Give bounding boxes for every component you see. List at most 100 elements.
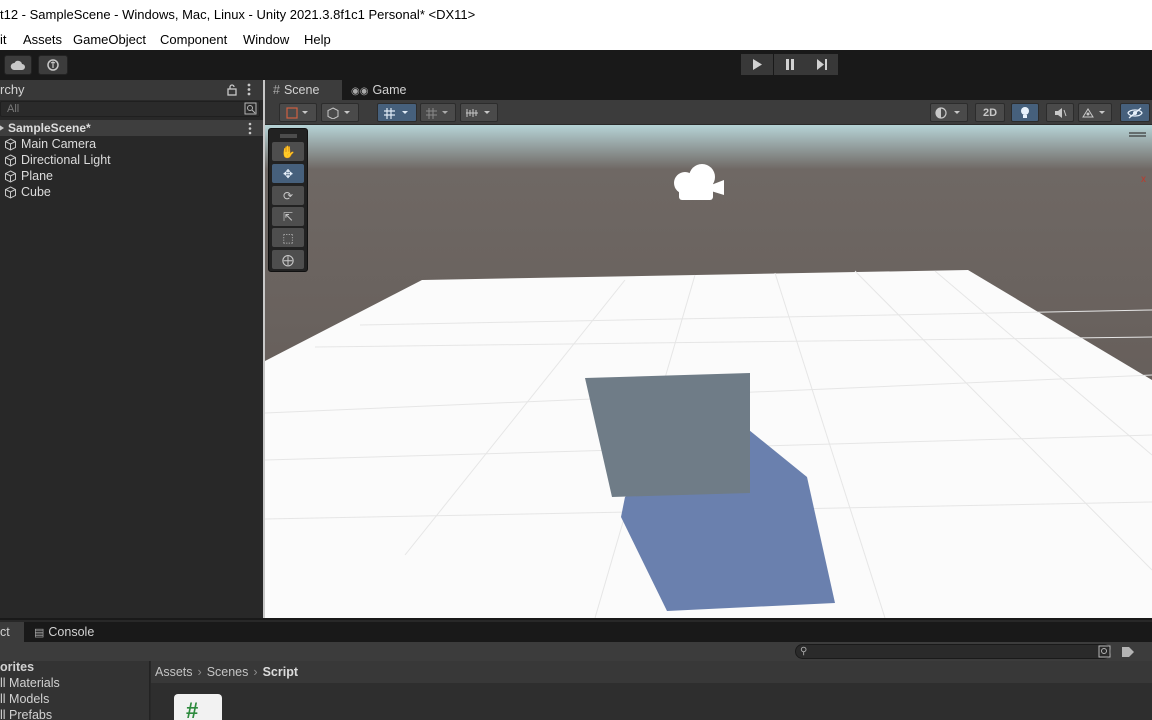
step-icon: [816, 59, 827, 70]
favorite-all-prefabs[interactable]: ll Prefabs: [0, 707, 52, 720]
tab-console-label: Console: [48, 625, 95, 639]
hierarchy-item-label: Directional Light: [21, 153, 111, 167]
pivot-snap-toggle[interactable]: [377, 103, 417, 122]
hierarchy-search-input[interactable]: All: [0, 101, 260, 117]
axis-label: x: [1141, 174, 1146, 185]
hierarchy-tab[interactable]: rchy: [0, 80, 263, 100]
hidden-eye-icon: [1127, 107, 1143, 118]
breadcrumb: Assets › Scenes › Script: [151, 661, 1152, 683]
move-tool-button[interactable]: ✥: [272, 164, 304, 183]
hierarchy-item-cube[interactable]: Cube: [0, 184, 263, 200]
favorite-all-models[interactable]: ll Models: [0, 691, 49, 707]
increment-snap-dropdown[interactable]: [460, 103, 498, 122]
tab-game-label: Game: [372, 83, 407, 97]
search-icon: ⚲: [800, 646, 808, 657]
transform-icon: ⨁: [282, 252, 294, 267]
scene-visibility-toggle[interactable]: [1120, 103, 1150, 122]
menu-bar: it Assets GameObject Component Window He…: [0, 29, 1152, 50]
play-icon: [753, 59, 762, 70]
tab-project[interactable]: ct: [0, 622, 24, 642]
favorite-all-materials[interactable]: ll Materials: [0, 675, 60, 691]
chevron-right-icon: ›: [197, 665, 202, 679]
grid-visibility-dropdown[interactable]: [420, 103, 456, 122]
pause-icon: [786, 59, 794, 70]
scene-root-row[interactable]: SampleScene*: [0, 120, 263, 136]
rect-tool-button[interactable]: ⬚: [272, 228, 304, 247]
menu-assets[interactable]: Assets: [23, 31, 62, 48]
tab-game[interactable]: ◉◉ Game: [343, 80, 413, 100]
kebab-menu-icon[interactable]: [247, 83, 251, 96]
grid-icon: [426, 107, 448, 119]
transform-tool-button[interactable]: ⨁: [272, 250, 304, 269]
rect-icon: ⬚: [282, 230, 294, 245]
cloud-button[interactable]: [4, 55, 32, 75]
move-icon: ✥: [282, 166, 294, 181]
shaded-mode-icon: [286, 106, 308, 119]
menu-window[interactable]: Window: [243, 31, 289, 48]
scene-tab-bar: # Scene ◉◉ Game: [265, 80, 1152, 100]
chevron-right-icon: ›: [253, 665, 258, 679]
rotate-icon: ⟳: [282, 188, 294, 203]
scale-icon: ⇱: [282, 209, 294, 224]
ruler-icon: [466, 108, 490, 117]
hierarchy-item-label: Plane: [21, 169, 53, 183]
hierarchy-item-main-camera[interactable]: Main Camera: [0, 136, 263, 152]
step-button[interactable]: [806, 54, 838, 75]
menu-component[interactable]: Component: [160, 31, 227, 48]
cube-mode-icon: [327, 106, 350, 119]
hand-icon: ✋: [280, 144, 296, 159]
audio-toggle[interactable]: [1046, 103, 1074, 122]
drag-handle-icon[interactable]: [280, 134, 297, 138]
csharp-script-asset[interactable]: #: [174, 694, 222, 720]
hand-tool-button[interactable]: ✋: [272, 142, 304, 161]
project-search-input[interactable]: ⚲: [795, 644, 1111, 659]
breadcrumb-scenes[interactable]: Scenes: [207, 665, 249, 679]
search-by-type-icon[interactable]: [244, 102, 257, 115]
draw-mode-dropdown[interactable]: [279, 103, 317, 122]
rotate-tool-button[interactable]: ⟳: [272, 186, 304, 205]
grid-hash-icon: #: [273, 83, 280, 97]
play-button[interactable]: [741, 54, 773, 75]
cloud-icon: [10, 60, 25, 70]
tab-scene[interactable]: # Scene: [265, 80, 342, 100]
project-search-row: ⚲: [0, 642, 1152, 661]
effects-dropdown[interactable]: [1078, 103, 1112, 122]
lighting-toggle[interactable]: [1011, 103, 1039, 122]
menu-gameobject[interactable]: GameObject: [73, 31, 146, 48]
label-filter-icon[interactable]: [1121, 645, 1135, 658]
scene-view-panel: # Scene ◉◉ Game 2D x ✋ ✥ ⟳ ⇱ ⬚ ⨁: [265, 80, 1152, 618]
scene-name: SampleScene*: [8, 121, 91, 135]
effects-icon: [1082, 107, 1105, 117]
hierarchy-tab-label: rchy: [0, 82, 25, 97]
speaker-icon: [1054, 107, 1066, 118]
render-mode-dropdown[interactable]: [321, 103, 359, 122]
hierarchy-item-directional-light[interactable]: Directional Light: [0, 152, 263, 168]
breadcrumb-script[interactable]: Script: [263, 665, 298, 679]
unity-editor-window: t12 - SampleScene - Windows, Mac, Linux …: [0, 0, 1152, 720]
tab-console[interactable]: ▤ Console: [26, 622, 106, 642]
shading-dropdown[interactable]: [930, 103, 968, 122]
pause-button[interactable]: [774, 54, 806, 75]
scale-tool-button[interactable]: ⇱: [272, 207, 304, 226]
breadcrumb-assets[interactable]: Assets: [155, 665, 193, 679]
collab-button[interactable]: [38, 55, 68, 75]
tab-scene-label: Scene: [283, 83, 320, 97]
lightbulb-icon: [1021, 107, 1029, 118]
asset-browser: Assets › Scenes › Script #: [151, 661, 1152, 720]
title-bar: t12 - SampleScene - Windows, Mac, Linux …: [0, 0, 1152, 29]
kebab-menu-icon[interactable]: [248, 122, 252, 135]
gameobject-icon: [5, 170, 16, 183]
scene-viewport[interactable]: x ✋ ✥ ⟳ ⇱ ⬚ ⨁: [265, 125, 1152, 618]
window-title: t12 - SampleScene - Windows, Mac, Linux …: [0, 7, 476, 22]
tab-project-label: ct: [0, 625, 10, 639]
scene-render: x: [265, 125, 1152, 618]
menu-help[interactable]: Help: [304, 31, 331, 48]
lock-icon[interactable]: [227, 84, 237, 96]
gameobject-icon: [5, 186, 16, 199]
mode-2d-toggle[interactable]: 2D: [975, 103, 1005, 122]
menu-edit[interactable]: it: [0, 31, 7, 48]
search-by-type-icon[interactable]: [1098, 645, 1111, 658]
hierarchy-item-label: Cube: [21, 185, 51, 199]
hierarchy-item-label: Main Camera: [21, 137, 97, 151]
hierarchy-item-plane[interactable]: Plane: [0, 168, 263, 184]
